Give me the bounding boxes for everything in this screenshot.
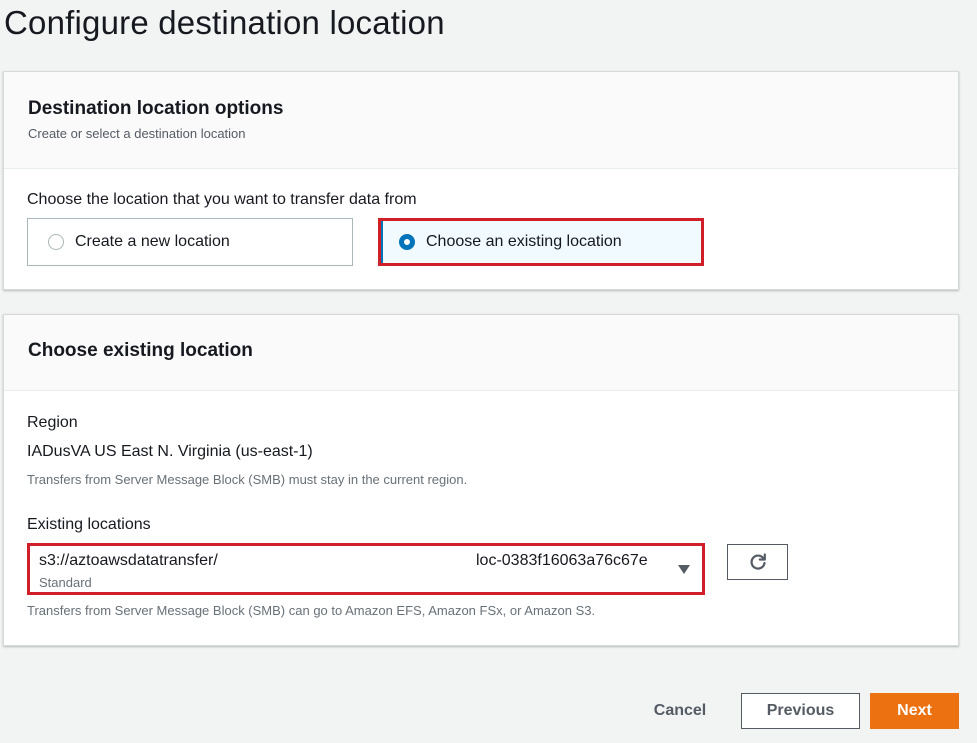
existing-locations-label: Existing locations bbox=[27, 516, 151, 533]
previous-button[interactable]: Previous bbox=[741, 693, 860, 729]
destination-options-panel: Destination location options Create or s… bbox=[3, 71, 959, 290]
selected-location-id: loc-0383f16063a76c67e bbox=[476, 552, 648, 569]
radio-unchecked-icon[interactable] bbox=[48, 234, 64, 250]
destination-options-header: Destination location options Create or s… bbox=[4, 72, 958, 169]
existing-locations-select[interactable]: s3://aztoawsdatatransfer/ Standard loc-0… bbox=[27, 543, 705, 595]
refresh-button[interactable] bbox=[727, 544, 788, 580]
existing-location-panel: Choose existing location Region IADusVA … bbox=[3, 314, 959, 646]
page: Configure destination location Destinati… bbox=[0, 0, 977, 743]
destination-options-description: Create or select a destination location bbox=[28, 126, 246, 141]
next-button[interactable]: Next bbox=[870, 693, 959, 729]
region-label: Region bbox=[27, 414, 78, 431]
create-new-location-label: Create a new location bbox=[75, 233, 230, 250]
existing-locations-hint: Transfers from Server Message Block (SMB… bbox=[27, 603, 596, 618]
existing-location-title: Choose existing location bbox=[28, 340, 253, 361]
choose-location-label: Choose the location that you want to tra… bbox=[27, 191, 417, 208]
choose-existing-location-option[interactable]: Choose an existing location bbox=[378, 218, 704, 266]
selected-location-storage-class: Standard bbox=[39, 575, 92, 590]
create-new-location-option[interactable]: Create a new location bbox=[27, 218, 353, 266]
choose-existing-location-label: Choose an existing location bbox=[426, 233, 622, 250]
region-value: IADusVA US East N. Virginia (us-east-1) bbox=[27, 443, 313, 460]
caret-down-icon[interactable] bbox=[678, 565, 690, 574]
destination-options-title: Destination location options bbox=[28, 98, 284, 119]
selected-location-path: s3://aztoawsdatatransfer/ bbox=[39, 552, 218, 569]
cancel-button[interactable]: Cancel bbox=[640, 693, 720, 729]
refresh-icon bbox=[749, 553, 766, 570]
radio-checked-icon[interactable] bbox=[399, 234, 415, 250]
existing-location-header: Choose existing location bbox=[4, 315, 958, 391]
region-hint: Transfers from Server Message Block (SMB… bbox=[27, 472, 468, 487]
page-title: Configure destination location bbox=[4, 4, 445, 41]
